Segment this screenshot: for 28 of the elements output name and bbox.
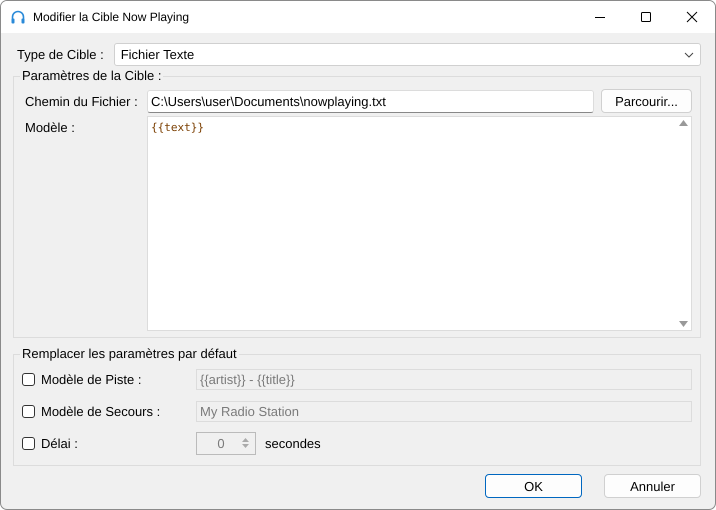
template-field[interactable]: My Radio Station [196,400,692,422]
field-label: Chemin du Fichier : [25,94,139,108]
checkbox[interactable] [22,404,35,418]
headphones-icon [10,9,26,25]
type-dropdown[interactable]: Fichier Texte [114,43,701,66]
dialog-button[interactable]: Annuler [604,474,701,498]
template-field[interactable]: {{artist}} - {{title}} [196,368,692,390]
template-editor[interactable]: {{text}} [147,116,692,331]
spin-up-icon[interactable] [242,438,249,442]
checkbox-label: Modèle de Secours : [41,404,162,418]
unit-label: secondes [265,436,321,450]
number-spinner[interactable]: 0 [196,432,256,454]
group-title: Remplacer les paramètres par défaut [20,346,239,361]
field-label: Modèle : [25,120,76,135]
chevron-down-icon [684,52,694,58]
checkbox-label: Modèle de Piste : [41,372,142,386]
checkbox-label: Délai : [41,436,79,450]
checkbox[interactable] [22,372,35,386]
scroll-up-icon[interactable] [678,120,688,126]
spin-down-icon[interactable] [242,444,249,448]
window-title: Modifier la Cible Now Playing [33,10,190,24]
browse-button[interactable]: Parcourir... [601,89,692,113]
checkbox[interactable] [22,436,35,450]
group-title: Paramètres de la Cible : [20,68,164,83]
file-path-field[interactable]: C:\Users\user\Documents\nowplaying.txt [147,90,594,112]
field-label: Type de Cible : [17,47,104,62]
dialog-button[interactable]: OK [485,474,582,498]
scroll-down-icon[interactable] [678,321,688,327]
